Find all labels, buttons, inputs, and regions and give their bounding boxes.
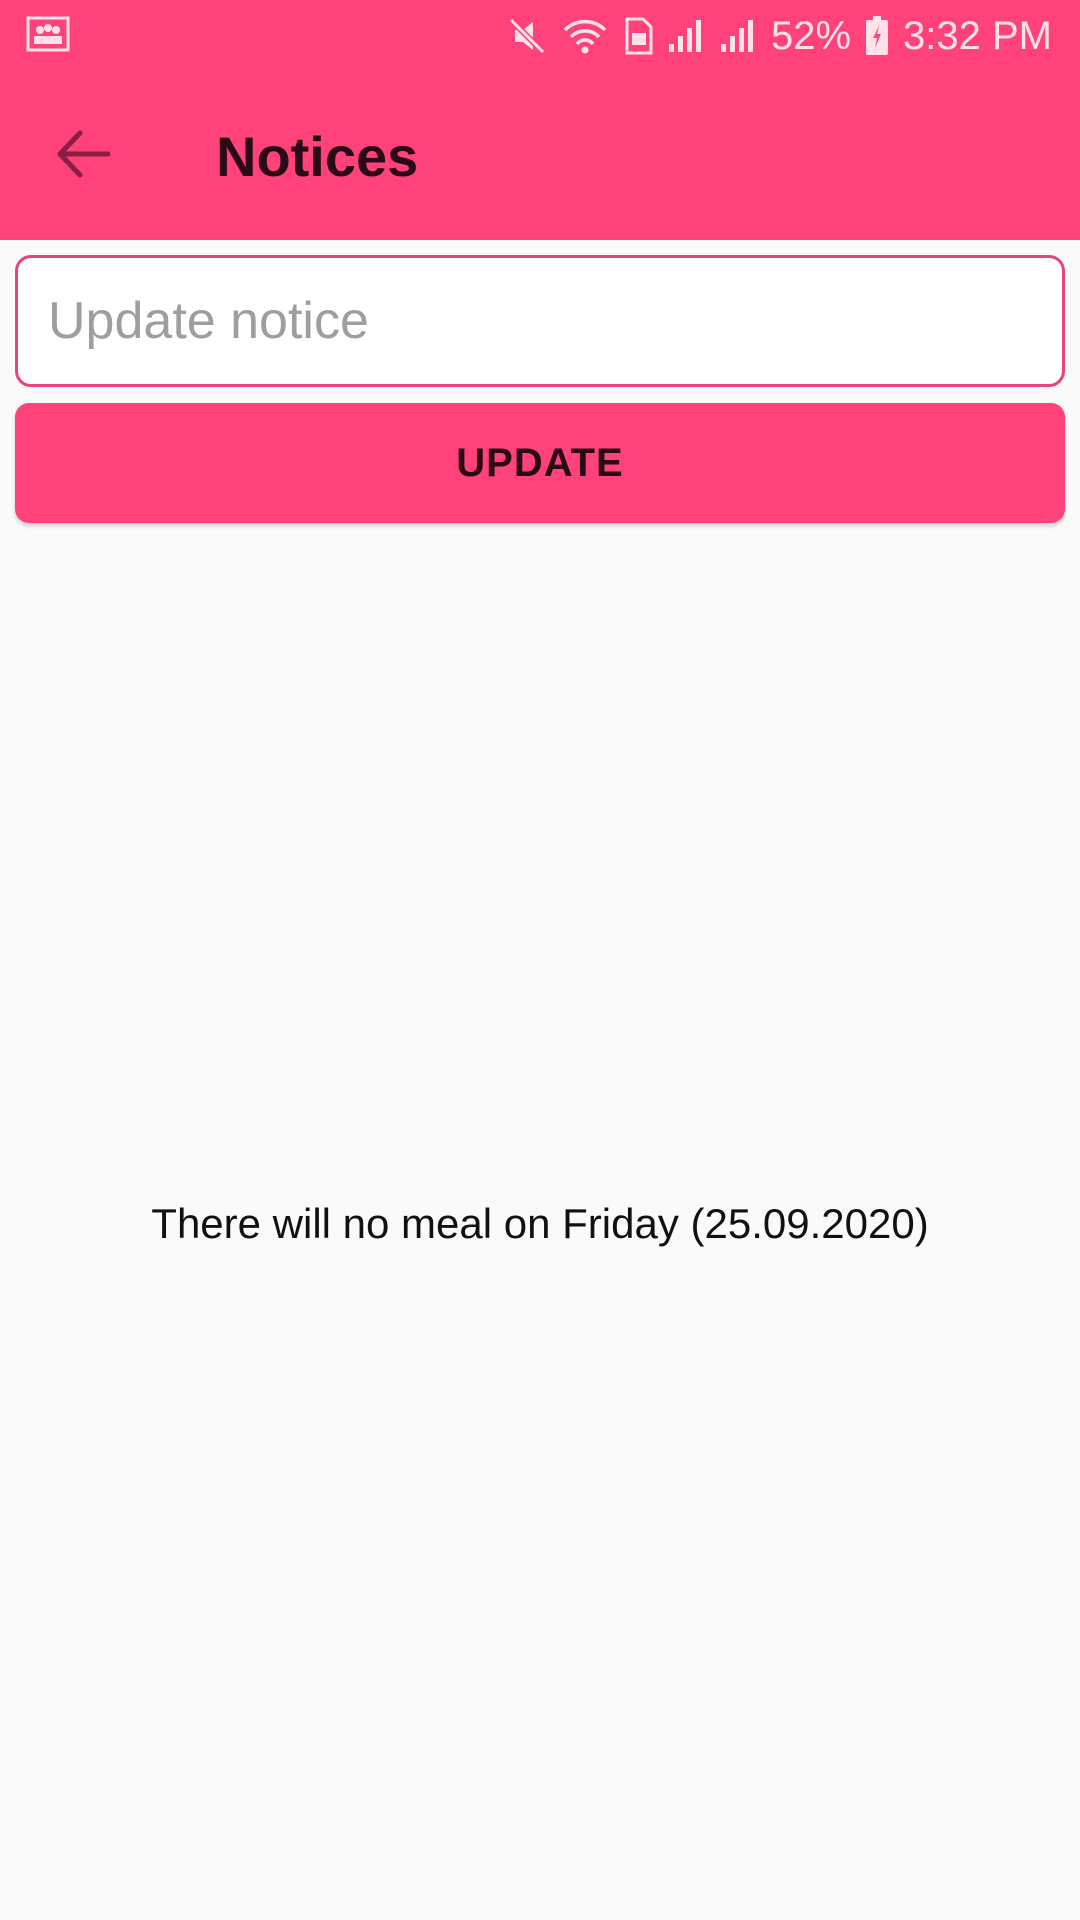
app-bar: Notices	[0, 72, 1080, 240]
clock-time: 3:32 PM	[903, 13, 1052, 58]
battery-percent: 52%	[770, 13, 852, 58]
page-title: Notices	[216, 124, 419, 188]
status-right: 52% 3:32 PM	[507, 14, 1052, 59]
status-bar: 52% 3:32 PM	[0, 0, 1080, 72]
wifi-icon	[561, 16, 609, 56]
signal-icon	[667, 18, 705, 54]
status-left	[26, 16, 70, 57]
arrow-left-icon	[56, 129, 112, 184]
sim-icon	[623, 17, 653, 55]
battery-charging-icon	[865, 16, 889, 56]
signal-icon	[719, 18, 757, 54]
notice-text: There will no meal on Friday (25.09.2020…	[151, 1200, 929, 1247]
notice-input[interactable]	[46, 290, 1034, 352]
gallery-notification-icon	[26, 16, 70, 57]
mute-icon	[507, 16, 547, 56]
notice-input-container	[15, 255, 1065, 387]
back-button[interactable]	[24, 96, 144, 216]
update-button[interactable]: UPDATE	[15, 403, 1065, 523]
